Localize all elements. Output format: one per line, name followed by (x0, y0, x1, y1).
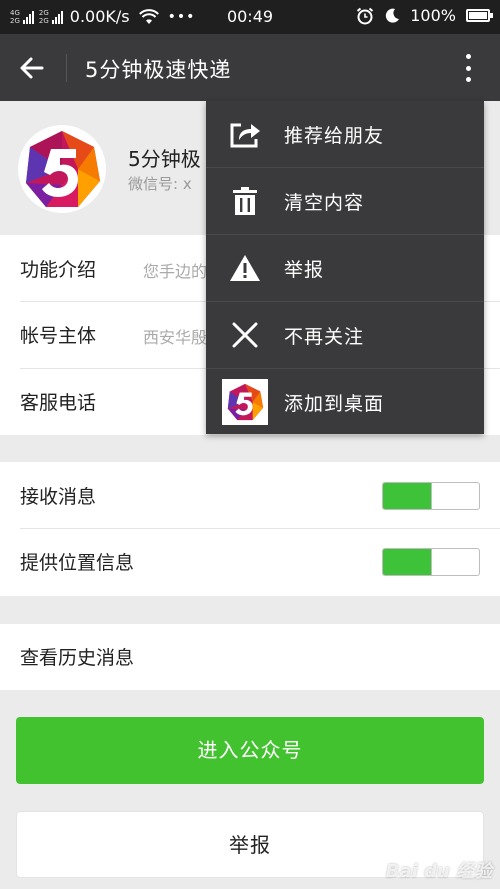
info-label: 客服电话 (20, 392, 97, 414)
info-label: 帐号主体 (20, 325, 97, 347)
title-bar: 5分钟极速快递 (0, 34, 500, 101)
menu-item-add-to-desktop[interactable]: 添加到桌面 (206, 369, 484, 435)
toggle-row-receive: 接收消息 (0, 462, 500, 529)
watermark: Bai du 经验 (385, 861, 492, 882)
history-label: 查看历史消息 (20, 647, 135, 669)
wechat-id: 微信号: x (128, 175, 192, 193)
trash-icon (228, 184, 262, 218)
menu-item-clear[interactable]: 清空内容 (206, 168, 484, 234)
menu-item-label: 添加到桌面 (284, 393, 385, 415)
menu-item-label: 清空内容 (284, 192, 365, 214)
battery-level: 100% (410, 6, 456, 25)
signal-icon-2 (51, 10, 63, 24)
toggle-label: 提供位置信息 (20, 552, 135, 574)
arrow-left-icon (20, 57, 44, 79)
share-icon (228, 117, 262, 151)
network-type-sim1: 4G 2G (10, 8, 20, 25)
close-icon (228, 318, 262, 352)
menu-item-label: 推荐给朋友 (284, 125, 385, 147)
info-value: 西安华殷 (143, 328, 208, 347)
options-menu: 推荐给朋友 清空内容 举报 不再关注 添加到桌面 (206, 101, 484, 434)
receive-messages-toggle[interactable] (382, 482, 480, 510)
toggle-label: 接收消息 (20, 486, 97, 508)
info-label: 功能介绍 (20, 259, 97, 281)
dot-icon (465, 65, 471, 71)
settings-section: 接收消息 提供位置信息 (0, 462, 500, 596)
account-name: 5分钟极 (128, 147, 201, 171)
wifi-icon (138, 8, 159, 24)
menu-item-report[interactable]: 举报 (206, 235, 484, 301)
app-logo-icon (26, 131, 100, 207)
overflow-indicator: ••• (167, 8, 196, 25)
battery-icon (466, 9, 493, 22)
toggle-row-location: 提供位置信息 (0, 528, 500, 595)
account-avatar[interactable] (18, 125, 106, 213)
more-options-button[interactable] (458, 50, 478, 86)
moon-icon (386, 8, 400, 23)
dot-icon (465, 54, 471, 59)
history-row[interactable]: 查看历史消息 (0, 624, 500, 690)
title-divider (66, 54, 67, 82)
alarm-icon (357, 7, 374, 24)
menu-item-recommend[interactable]: 推荐给朋友 (206, 101, 484, 167)
info-value: 您手边的 (143, 262, 208, 281)
page-title: 5分钟极速快递 (85, 58, 232, 82)
dot-icon (465, 77, 471, 82)
app-logo-icon (222, 379, 268, 425)
menu-item-unfollow[interactable]: 不再关注 (206, 302, 484, 368)
menu-item-label: 举报 (284, 259, 325, 281)
back-button[interactable] (12, 48, 52, 88)
signal-icon (22, 10, 34, 24)
location-toggle[interactable] (382, 548, 480, 576)
warning-icon (228, 251, 262, 285)
menu-item-label: 不再关注 (284, 326, 365, 348)
network-speed: 0.00K/s (69, 7, 130, 26)
enter-account-button[interactable]: 进入公众号 (16, 717, 484, 784)
status-bar: 4G 2G 2G 2G 0.00K/s ••• 00:49 100% (0, 0, 500, 34)
network-type-sim2: 2G 2G (38, 8, 49, 25)
